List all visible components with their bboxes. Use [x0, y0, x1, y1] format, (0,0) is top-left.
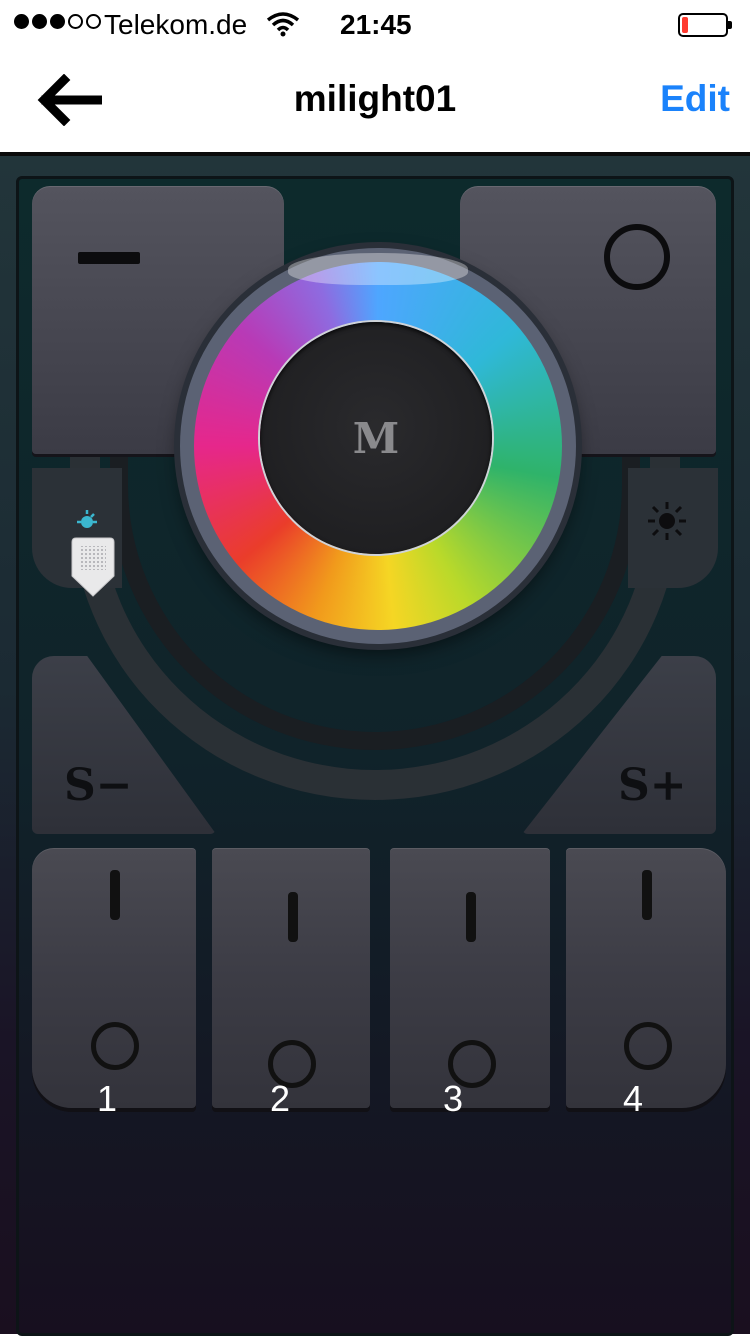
on-icon: [110, 870, 120, 920]
carrier-name: Telekom.de: [104, 9, 248, 40]
wheel-highlight: [288, 253, 468, 285]
status-bar: Telekom.de 21:45: [0, 0, 750, 50]
on-icon: [288, 892, 298, 942]
off-icon: [91, 1022, 139, 1070]
speed-up-label: S+: [618, 760, 687, 811]
on-icon: [642, 870, 652, 920]
off-icon: [624, 1022, 672, 1070]
battery-icon: [678, 13, 732, 37]
brightness-slider-handle[interactable]: [68, 536, 118, 598]
battery-level: [682, 17, 688, 33]
zone-3-label: 3: [442, 1078, 464, 1119]
signal-strength-icon: [14, 14, 101, 29]
mode-label: M: [352, 414, 400, 463]
clock: 21:45: [340, 9, 412, 40]
wifi-icon: [266, 12, 300, 37]
minus-icon: [78, 252, 140, 264]
brightness-high-icon: [648, 502, 686, 540]
edit-button[interactable]: Edit: [660, 78, 730, 120]
page-title: milight01: [293, 78, 457, 119]
mode-button[interactable]: M: [260, 322, 492, 554]
zone-2-label: 2: [269, 1078, 291, 1119]
brightness-low-icon: [77, 510, 97, 528]
speed-down-label: S−: [64, 760, 133, 811]
navigation-bar: milight01 Edit: [0, 50, 750, 150]
power-ring-icon: [604, 224, 670, 290]
zone-1-label: 1: [96, 1078, 118, 1119]
zone-4-label: 4: [622, 1078, 644, 1119]
on-icon: [466, 892, 476, 942]
color-wheel[interactable]: M: [180, 248, 576, 644]
